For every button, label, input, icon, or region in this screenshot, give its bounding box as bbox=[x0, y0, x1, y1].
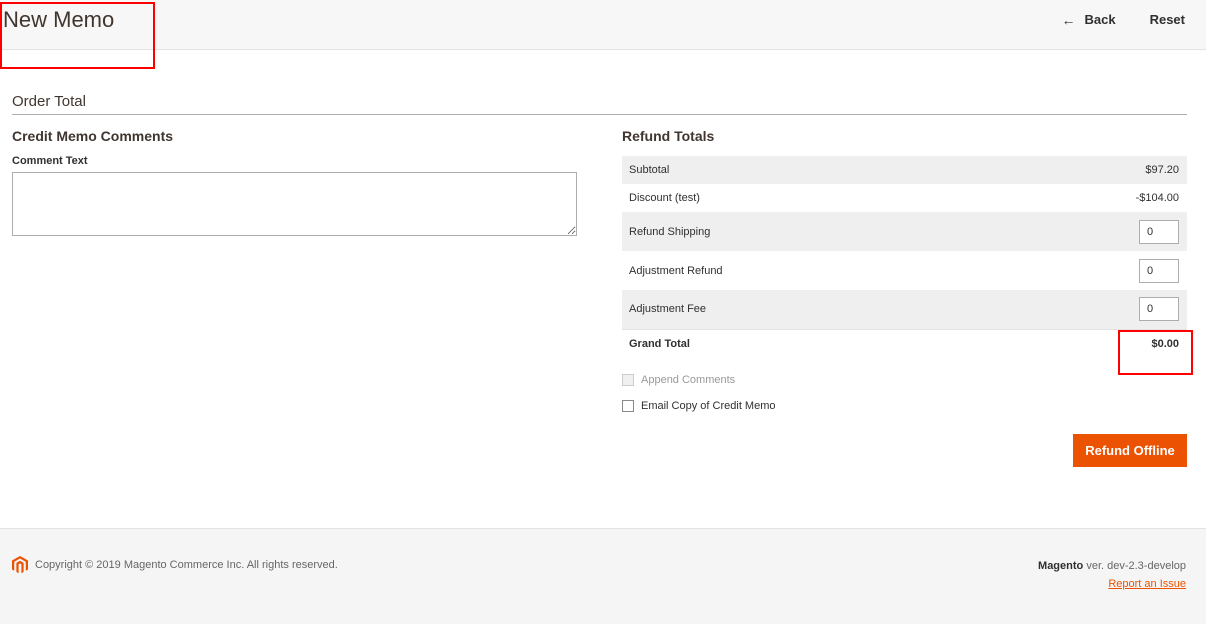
back-button[interactable]: ← Back bbox=[1062, 12, 1116, 28]
report-issue-link[interactable]: Report an Issue bbox=[1108, 578, 1186, 590]
comments-title: Credit Memo Comments bbox=[12, 128, 174, 144]
append-comments-checkbox[interactable] bbox=[622, 374, 634, 386]
refund-totals: Refund Totals Subtotal $97.20 Discount (… bbox=[622, 128, 1193, 414]
refund-shipping-input[interactable] bbox=[1139, 219, 1179, 244]
credit-memo-comments: Credit Memo Comments Comment Text bbox=[12, 128, 577, 236]
order-total-title: Order Total bbox=[12, 93, 86, 110]
subtotal-label: Subtotal bbox=[629, 164, 670, 176]
page-footer: Copyright © 2019 Magento Commerce Inc. A… bbox=[0, 528, 1206, 624]
discount-value: -$104.00 bbox=[1135, 192, 1179, 204]
adjustment-refund-input[interactable] bbox=[1139, 258, 1179, 283]
brand-name: Magento bbox=[1038, 560, 1084, 572]
adjustment-refund-row: Adjustment Refund bbox=[622, 251, 1187, 290]
email-copy-option: Email Copy of Credit Memo bbox=[622, 398, 1187, 414]
header-actions: ← Back Reset bbox=[1062, 12, 1186, 28]
back-button-label: Back bbox=[1084, 12, 1116, 27]
grand-total-row: Grand Total $0.00 bbox=[622, 328, 1187, 359]
discount-row: Discount (test) -$104.00 bbox=[622, 184, 1187, 212]
refund-shipping-row: Refund Shipping bbox=[622, 212, 1187, 251]
totals-table: Subtotal $97.20 Discount (test) -$104.00… bbox=[622, 156, 1187, 359]
magento-logo-icon bbox=[12, 556, 28, 574]
adjustment-fee-label: Adjustment Fee bbox=[629, 303, 707, 316]
refund-offline-button[interactable]: Refund Offline bbox=[1073, 434, 1187, 467]
grand-total-label: Grand Total bbox=[622, 328, 990, 359]
append-comments-label: Append Comments bbox=[641, 374, 736, 386]
footer-version: Magento ver. dev-2.3-develop Report an I… bbox=[1038, 557, 1186, 593]
grand-total-highlight-box bbox=[1118, 330, 1193, 375]
comment-text-label: Comment Text bbox=[12, 155, 88, 167]
reset-button-label: Reset bbox=[1149, 12, 1185, 27]
arrow-left-icon: ← bbox=[1061, 12, 1076, 28]
adjustment-fee-row: Adjustment Fee bbox=[622, 290, 1187, 329]
title-highlight-box bbox=[0, 2, 155, 69]
section-divider bbox=[12, 114, 1187, 115]
version-text: ver. dev-2.3-develop bbox=[1083, 560, 1186, 572]
page-header: New Memo ← Back Reset bbox=[0, 0, 1206, 50]
append-comments-option: Append Comments bbox=[622, 372, 1187, 388]
comment-textarea[interactable] bbox=[12, 172, 577, 236]
email-copy-label: Email Copy of Credit Memo bbox=[641, 400, 776, 412]
reset-button[interactable]: Reset bbox=[1150, 12, 1185, 28]
adjustment-refund-label: Adjustment Refund bbox=[629, 264, 723, 277]
email-copy-checkbox[interactable] bbox=[622, 400, 634, 412]
refund-shipping-label: Refund Shipping bbox=[629, 225, 711, 238]
adjustment-fee-input[interactable] bbox=[1139, 297, 1179, 322]
refund-totals-title: Refund Totals bbox=[622, 128, 715, 144]
copyright-text: Copyright © 2019 Magento Commerce Inc. A… bbox=[35, 559, 338, 571]
subtotal-value: $97.20 bbox=[1145, 164, 1179, 176]
footer-copyright: Copyright © 2019 Magento Commerce Inc. A… bbox=[12, 556, 338, 574]
discount-label: Discount (test) bbox=[629, 192, 700, 204]
subtotal-row: Subtotal $97.20 bbox=[622, 156, 1187, 184]
